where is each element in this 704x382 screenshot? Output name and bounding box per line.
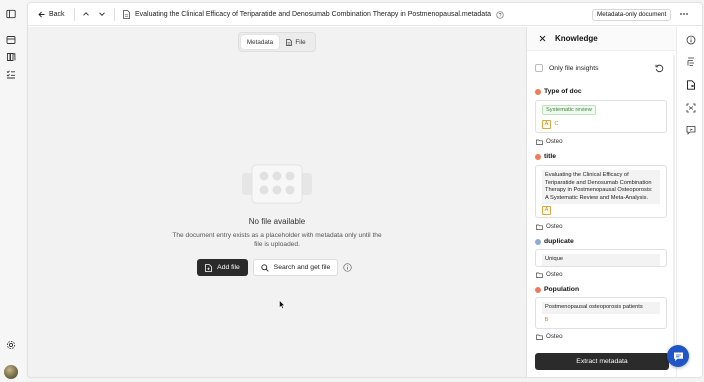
source-badge[interactable]: A [542,120,551,129]
field-label-text: duplicate [544,238,574,245]
close-icon[interactable] [539,35,546,42]
search-and-get-file-label: Search and get file [273,264,331,271]
chevron-up-icon[interactable] [82,10,90,18]
field-title-label: title [535,153,556,160]
value-chip: Systematic review [542,105,596,115]
tab-file-label: File [295,38,306,46]
field-label-text: title [544,153,557,160]
view-toggle: Metadata File [238,32,316,52]
arrow-left-icon [38,11,45,18]
document-icon [123,10,130,19]
folder-icon [536,334,543,340]
folder-icon [536,224,543,230]
status-dot-icon [535,238,541,245]
info-icon[interactable] [343,263,352,272]
extract-metadata-label: Extract metadata [576,358,628,365]
metadata-only-badge: Metadata-only document [592,9,672,21]
folder-tag[interactable]: Osteo [536,223,563,230]
field-label-text: Type of doc [544,88,582,95]
library-icon[interactable] [6,35,16,45]
mouse-cursor-icon [279,300,285,309]
source-badge[interactable]: A [542,206,551,215]
comment-icon[interactable] [686,125,696,135]
field-value-text: Unique [542,254,660,266]
search-and-get-file-button[interactable]: Search and get file [253,259,338,276]
field-value-text: Evaluating the Clinical Efficacy of Teri… [542,170,660,204]
only-file-insights-label: Only file insights [549,64,599,72]
status-dot-icon [535,153,541,160]
empty-state-description: The document entry exists as a placehold… [172,232,382,248]
field-title-value[interactable]: Evaluating the Clinical Efficacy of Teri… [535,165,667,218]
field-population-label: Population [535,286,579,293]
knowledge-panel: Knowledge Only file insights Type of doc… [526,27,677,377]
field-type-of-doc-label: Type of doc [535,88,582,95]
field-population-value[interactable]: Postmenopausal osteoporosis patients B [535,297,667,329]
empty-state-title: No file available [248,217,306,226]
folder-tag[interactable]: Osteo [536,333,563,340]
field-duplicate-value[interactable]: Unique [535,249,667,267]
folder-icon [536,272,543,278]
tab-metadata[interactable]: Metadata [241,35,279,49]
only-file-insights-filter[interactable]: Only file insights [535,64,599,72]
document-title: Evaluating the Clinical Efficacy of Teri… [135,11,492,18]
right-icon-bar [676,27,702,377]
back-label: Back [49,11,65,18]
document-title-area: Evaluating the Clinical Efficacy of Teri… [123,9,504,20]
status-dot-icon [535,286,541,293]
sidebar-toggle-icon[interactable] [6,9,16,19]
status-dot-icon [535,88,541,95]
info-icon[interactable] [686,35,696,45]
empty-file-illustration [240,163,314,205]
more-options-icon[interactable] [679,10,689,18]
only-file-insights-checkbox[interactable] [535,64,543,72]
source-badge[interactable]: B [542,316,551,325]
scan-icon[interactable] [686,103,696,113]
main-window: Back Evaluating the Clinical Efficacy of… [27,2,703,378]
document-outline-icon[interactable] [686,57,696,67]
document-viewer: Metadata File No file available The docu… [28,27,526,377]
source-badge[interactable]: C [552,120,561,129]
scrollbar[interactable] [673,55,675,345]
divider [74,8,75,21]
tab-file[interactable]: File [281,35,311,49]
add-file-button[interactable]: Add file [197,259,248,276]
search-icon [261,263,269,272]
knowledge-title: Knowledge [555,34,598,43]
divider [114,8,115,21]
settings-icon[interactable] [6,340,16,350]
knowledge-panel-header: Knowledge [527,27,677,51]
tab-metadata-label: Metadata [246,38,274,46]
books-icon[interactable] [6,52,16,62]
folder-tag-label: Osteo [546,333,563,340]
refresh-icon[interactable] [655,64,664,73]
extract-metadata-button[interactable]: Extract metadata [535,353,669,370]
field-type-of-doc-value[interactable]: Systematic review A C [535,100,667,133]
user-avatar[interactable] [4,365,18,379]
knowledge-icon[interactable] [686,80,696,90]
chat-icon [673,352,683,361]
add-file-label: Add file [217,264,240,271]
left-rail [0,0,26,382]
folder-tag[interactable]: Osteo [536,138,563,145]
folder-tag-label: Osteo [546,138,563,145]
help-icon[interactable] [496,10,504,19]
back-button[interactable]: Back [38,9,65,20]
folder-tag-label: Osteo [546,271,563,278]
field-duplicate-label: duplicate [535,238,574,245]
chevron-down-icon[interactable] [98,10,106,18]
top-bar: Back Evaluating the Clinical Efficacy of… [28,3,702,26]
folder-tag-label: Osteo [546,223,563,230]
field-label-text: Population [544,286,580,293]
checklist-icon[interactable] [6,69,16,79]
folder-tag[interactable]: Osteo [536,271,563,278]
file-plus-icon [205,263,213,272]
folder-icon [536,139,543,145]
chat-button[interactable] [667,345,689,367]
field-value-text: Postmenopausal osteoporosis patients [542,302,660,314]
file-icon [286,38,293,46]
